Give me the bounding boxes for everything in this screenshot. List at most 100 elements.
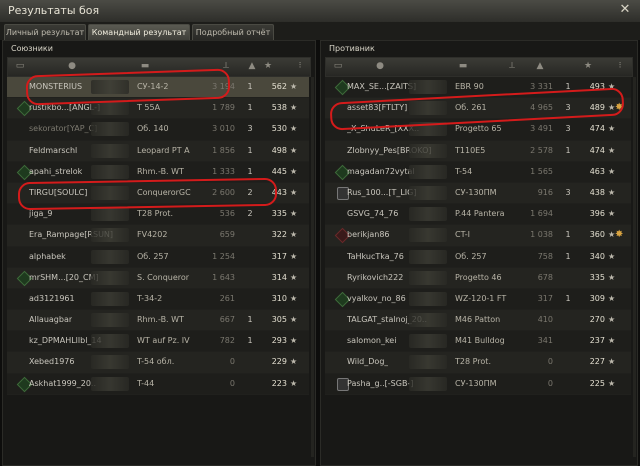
player-row[interactable]: TaHkucTka_76 Об. 257 758 1 340 ★ [325, 246, 631, 268]
damage-value: 3 491 [530, 124, 553, 134]
frags-value: 1 [565, 82, 571, 91]
tank-name: M41 Bulldog [455, 336, 505, 346]
xp-star-icon: ★ [290, 357, 298, 367]
player-row[interactable]: TALGAT_stalnoj_20.. M46 Patton 410 270 ★ [325, 310, 631, 332]
player-row[interactable]: Xebed1976 T-54 обл. 0 229 ★ [7, 352, 309, 374]
tank-icon[interactable]: ▬ [133, 60, 157, 72]
damage-icon[interactable]: ⟂ [220, 60, 232, 72]
enemies-scrollbar[interactable] [633, 77, 636, 457]
status-icon[interactable]: ⁝ [614, 60, 626, 72]
player-row[interactable]: jiga_9 T28 Prot. 536 2 335 ★ [7, 204, 309, 226]
xp-value: 229 [271, 357, 287, 367]
medal-icon: ✸ [615, 102, 624, 114]
player-row[interactable]: Allauagbar Rhm.-B. WT 667 1 305 ★ [7, 310, 309, 332]
player-row[interactable]: Ryrikovich222 Progetto 46 678 335 ★ [325, 267, 631, 289]
allies-scrollbar[interactable] [311, 77, 314, 457]
xp-star-icon: ★ [290, 251, 298, 261]
tank-name: СУ-130ПМ [455, 187, 497, 197]
close-icon[interactable]: ✕ [618, 2, 632, 18]
xp-value: 335 [271, 209, 287, 219]
player-row[interactable]: rustikbo...[ANGL-] T 55A 1 789 1 538 ★ [7, 98, 309, 120]
player-row[interactable]: _X_ShuLeR_[XXX.. Progetto 65 3 491 3 474 ★ [325, 119, 631, 141]
damage-value: 0 [547, 378, 553, 388]
xp-value: 237 [589, 336, 605, 346]
player-row[interactable]: alphabek Об. 257 1 254 317 ★ [7, 246, 309, 268]
damage-value: 2 600 [212, 187, 235, 197]
tab-team-result[interactable]: Командный результат [88, 24, 190, 41]
player-name: Ryrikovich222 [347, 272, 404, 282]
player-row[interactable]: salomon_kei M41 Bulldog 341 237 ★ [325, 331, 631, 353]
player-row[interactable]: GSVG_74_76 P.44 Pantera 1 694 396 ★ [325, 204, 631, 226]
player-row[interactable]: Era_Rampage[RSUN] FV4202 659 322 ★ [7, 225, 309, 247]
damage-value: 3 331 [530, 82, 553, 91]
frags-icon[interactable]: ▲ [534, 60, 546, 72]
player-row[interactable]: Askhat1999_20.. T-44 0 223 ★ [7, 373, 309, 395]
player-name: TIRGU[SOULC] [29, 187, 88, 197]
frags-value: 3 [565, 103, 571, 113]
frags-value: 1 [247, 103, 253, 113]
tank-image [91, 164, 129, 179]
damage-value: 3 010 [212, 124, 235, 134]
tank-name: T110E5 [455, 145, 486, 155]
squad-icon[interactable]: ▭ [14, 60, 26, 72]
xp-value: 340 [589, 251, 605, 261]
tank-name: T28 Prot. [455, 357, 491, 367]
damage-value: 1 789 [212, 103, 235, 113]
player-row[interactable]: mrSHM...[20_CM] S. Conqueror 1 643 314 ★ [7, 267, 309, 289]
squad-icon[interactable]: ▭ [332, 60, 344, 72]
damage-icon[interactable]: ⟂ [506, 60, 518, 72]
tank-name: Progetto 65 [455, 124, 502, 134]
xp-star-icon: ★ [290, 209, 298, 219]
xp-icon[interactable]: ★ [262, 60, 274, 72]
tank-name: M46 Patton [455, 315, 501, 325]
tab-bar: Личный результат Командный результат Под… [0, 22, 640, 41]
xp-value: 223 [271, 378, 287, 388]
xp-value: 463 [589, 166, 605, 176]
xp-star-icon: ★ [608, 293, 616, 303]
damage-value: 782 [219, 336, 235, 346]
damage-value: 1 254 [212, 251, 235, 261]
player-row[interactable]: kz_DPMAHLllbl_14 WT auf Pz. IV 782 1 293 ★ [7, 331, 309, 353]
tank-image [91, 270, 129, 285]
frags-value: 1 [247, 145, 253, 155]
player-row[interactable]: Pasha_g..[-SGB-] СУ-130ПМ 0 225 ★ [325, 373, 631, 395]
player-row[interactable]: apahi_strelok Rhm.-B. WT 1 333 1 445 ★ [7, 161, 309, 183]
frags-value: 3 [247, 124, 253, 134]
player-row[interactable]: TIRGU[SOULC] ConquerorGC 2 600 2 443 ★ [7, 182, 309, 205]
player-name: MONSTERIUS [29, 82, 83, 91]
damage-value: 667 [219, 315, 235, 325]
player-name: Xebed1976 [29, 357, 75, 367]
frags-value: 2 [247, 209, 253, 219]
tank-image [91, 122, 129, 137]
player-row[interactable]: magadan72vytal T-54 1 565 463 ★ [325, 161, 631, 183]
player-name: salomon_kei [347, 336, 397, 346]
tank-image [409, 101, 447, 116]
frags-icon[interactable]: ▲ [246, 60, 258, 72]
player-row[interactable]: asset83[FTLTY] Об. 261 4 965 3 489 ★ ✸ [325, 98, 631, 120]
frags-value: 1 [247, 166, 253, 176]
player-row[interactable]: MAX_SE...[ZAITS] EBR 90 3 331 1 493 ★ [325, 77, 631, 99]
player-row[interactable]: MONSTERIUS СУ-14-2 3 194 1 562 ★ [7, 77, 309, 99]
player-row[interactable]: berikjan86 CT-I 1 038 1 360 ★ ✸ [325, 225, 631, 247]
tab-detailed-report[interactable]: Подробный отчёт [192, 24, 274, 41]
tank-name: FV4202 [137, 230, 168, 240]
player-icon[interactable]: ● [66, 60, 78, 72]
player-name: ad3121961 [29, 293, 75, 303]
player-row[interactable]: sekorator[YAP_C] Об. 140 3 010 3 530 ★ [7, 119, 309, 141]
xp-icon[interactable]: ★ [582, 60, 594, 72]
player-row[interactable]: Zlobnyy_Pes[BROKO] T110E5 2 578 1 474 ★ [325, 140, 631, 162]
tank-name: T 55A [137, 103, 161, 113]
xp-value: 474 [589, 124, 605, 134]
player-row[interactable]: Rus_100...[T_LIG] СУ-130ПМ 916 3 438 ★ [325, 182, 631, 205]
player-icon[interactable]: ● [374, 60, 386, 72]
player-row[interactable]: vyalkov_no_86 WZ-120-1 FT 317 1 309 ★ [325, 288, 631, 311]
status-icon[interactable]: ⁝ [294, 60, 306, 72]
player-row[interactable]: ad3121961 T-34-2 261 310 ★ [7, 288, 309, 311]
tab-personal-result[interactable]: Личный результат [4, 24, 86, 41]
frags-value: 1 [247, 315, 253, 325]
player-row[interactable]: Feldmarschl Leopard PT A 1 856 1 498 ★ [7, 140, 309, 162]
player-row[interactable]: Wild_Dog_ T28 Prot. 0 227 ★ [325, 352, 631, 374]
tank-image [409, 80, 447, 94]
tank-icon[interactable]: ▬ [451, 60, 475, 72]
damage-value: 4 965 [530, 103, 553, 113]
